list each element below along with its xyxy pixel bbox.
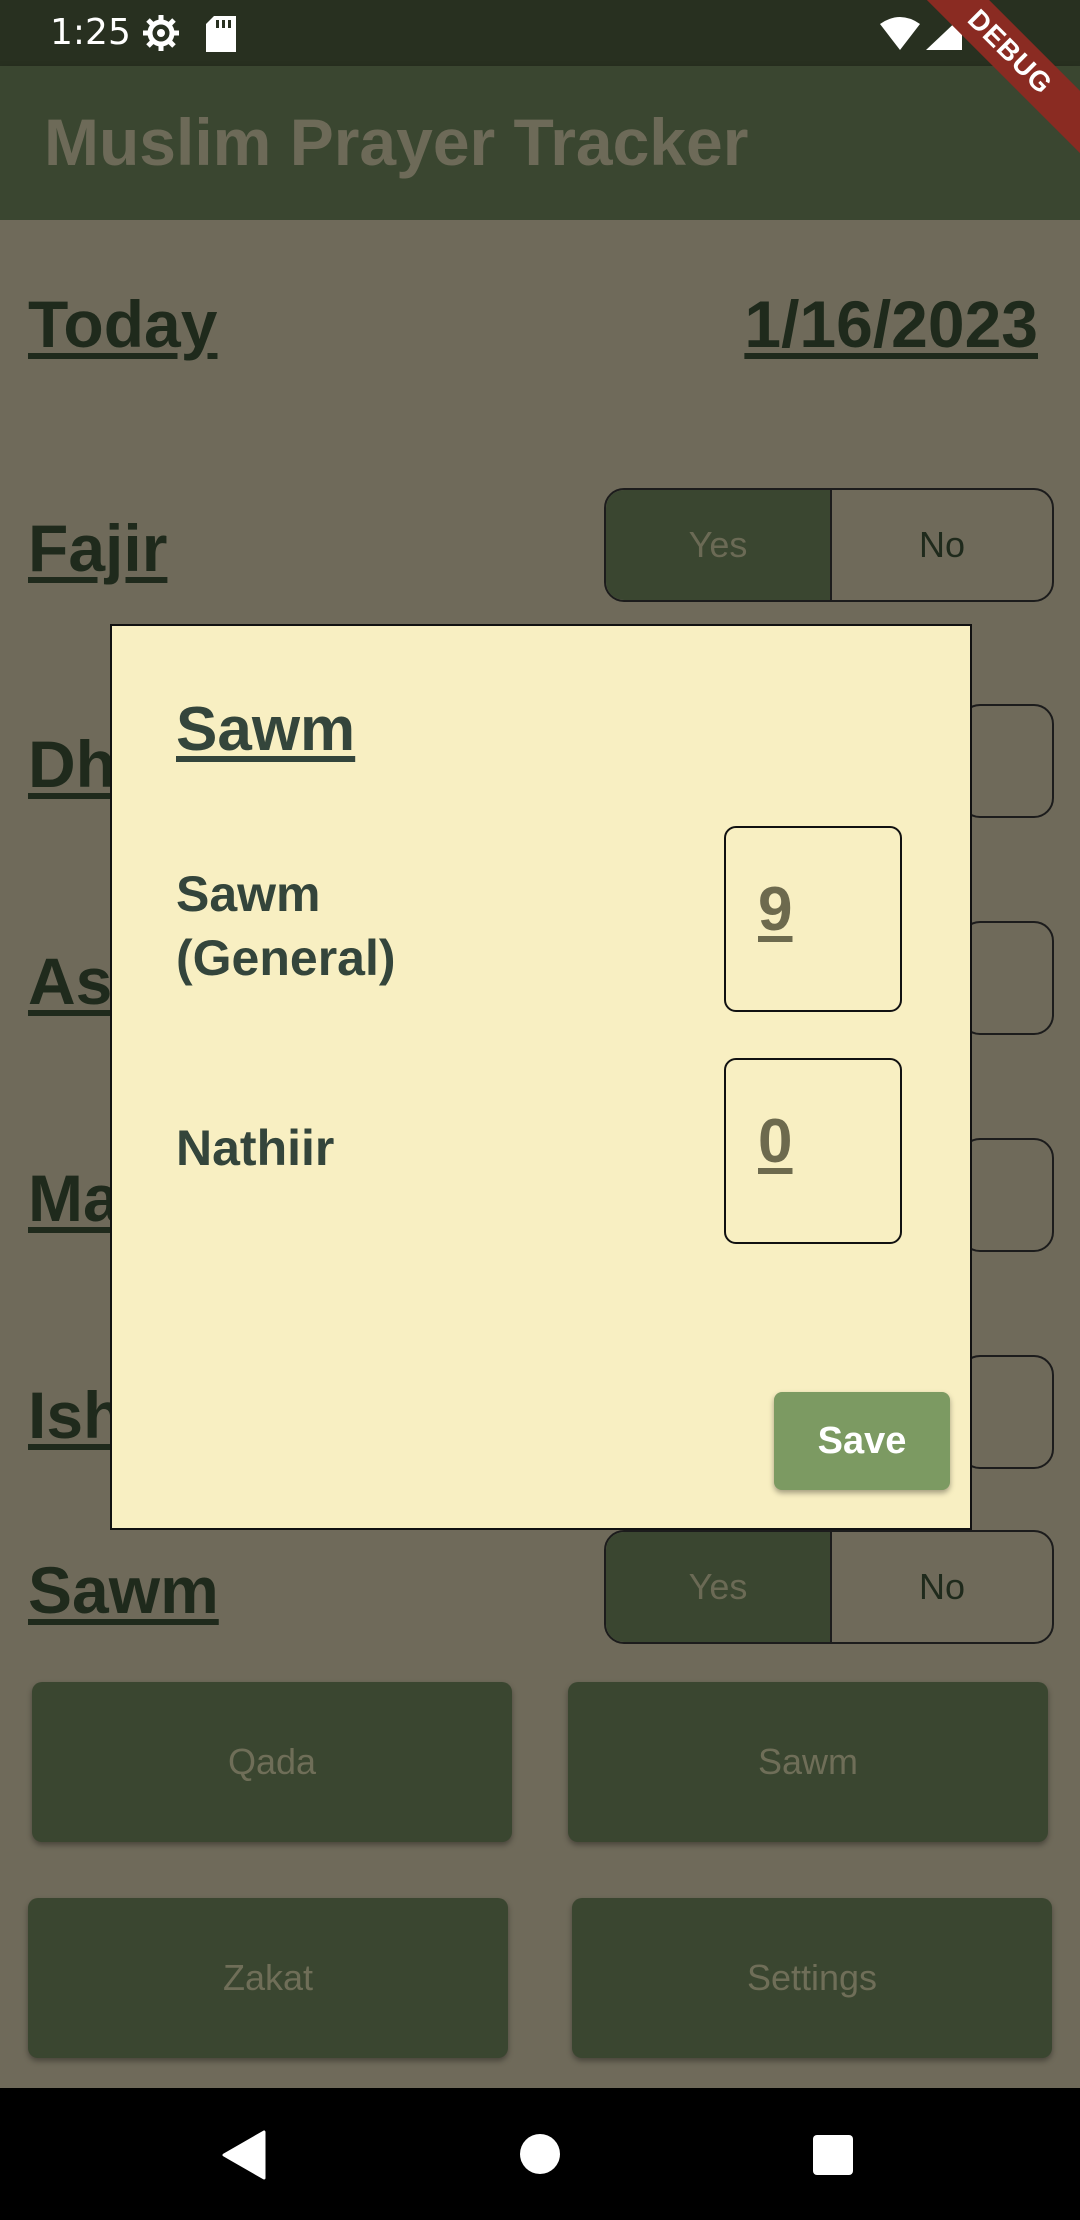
sawm-general-value: 9 [758,875,793,944]
sd-card-icon [206,16,236,61]
sawm-no-option[interactable]: No [830,1532,1052,1642]
sawm-general-label-line2: (General) [176,930,396,986]
app-bar: Muslim Prayer Tracker [0,66,1080,220]
wifi-icon [880,16,920,59]
back-icon[interactable] [222,2130,266,2185]
sawm-toggle[interactable]: Yes No [604,1530,1054,1644]
today-label: Today [28,287,218,361]
settings-gear-icon [142,14,180,61]
battery-icon [980,14,1002,61]
recent-apps-icon[interactable] [812,2134,854,2181]
sawm-yes-option[interactable]: Yes [606,1532,830,1642]
row-label-dhuhr: Dh [28,727,116,801]
fajir-no-option[interactable]: No [830,490,1052,600]
row-label-sawm: Sawm [28,1553,219,1627]
dialog-title: Sawm [176,695,356,764]
dhuhr-toggle[interactable] [960,704,1054,818]
sawm-dialog: Sawm Sawm (General) 9 Nathiir 0 Save [110,624,972,1530]
save-button[interactable]: Save [774,1392,950,1490]
nathiir-label: Nathiir [176,1120,335,1176]
nathiir-value: 0 [758,1107,793,1176]
navigation-bar [0,2088,1080,2220]
sawm-general-label-line1: Sawm [176,866,321,922]
isha-toggle[interactable] [960,1355,1054,1469]
fajir-yes-option[interactable]: Yes [606,490,830,600]
asr-toggle[interactable] [960,921,1054,1035]
status-bar: 1:25 [0,0,1080,66]
row-label-fajir: Fajir [28,511,168,585]
zakat-button[interactable]: Zakat [28,1898,508,2058]
row-label-maghrib: Ma [28,1161,120,1235]
fajir-toggle[interactable]: Yes No [604,488,1054,602]
sawm-general-label: Sawm (General) [176,862,396,990]
sawm-general-input[interactable]: 9 [724,826,902,1012]
settings-button[interactable]: Settings [572,1898,1052,2058]
home-icon[interactable] [518,2132,562,2181]
app-title: Muslim Prayer Tracker [44,105,749,179]
date-label: 1/16/2023 [744,287,1038,361]
sawm-button[interactable]: Sawm [568,1682,1048,1842]
qada-button[interactable]: Qada [32,1682,512,1842]
signal-icon [926,16,962,59]
maghrib-toggle[interactable] [960,1138,1054,1252]
status-time: 1:25 [50,12,131,53]
nathiir-input[interactable]: 0 [724,1058,902,1244]
row-label-asr: As [28,944,113,1018]
